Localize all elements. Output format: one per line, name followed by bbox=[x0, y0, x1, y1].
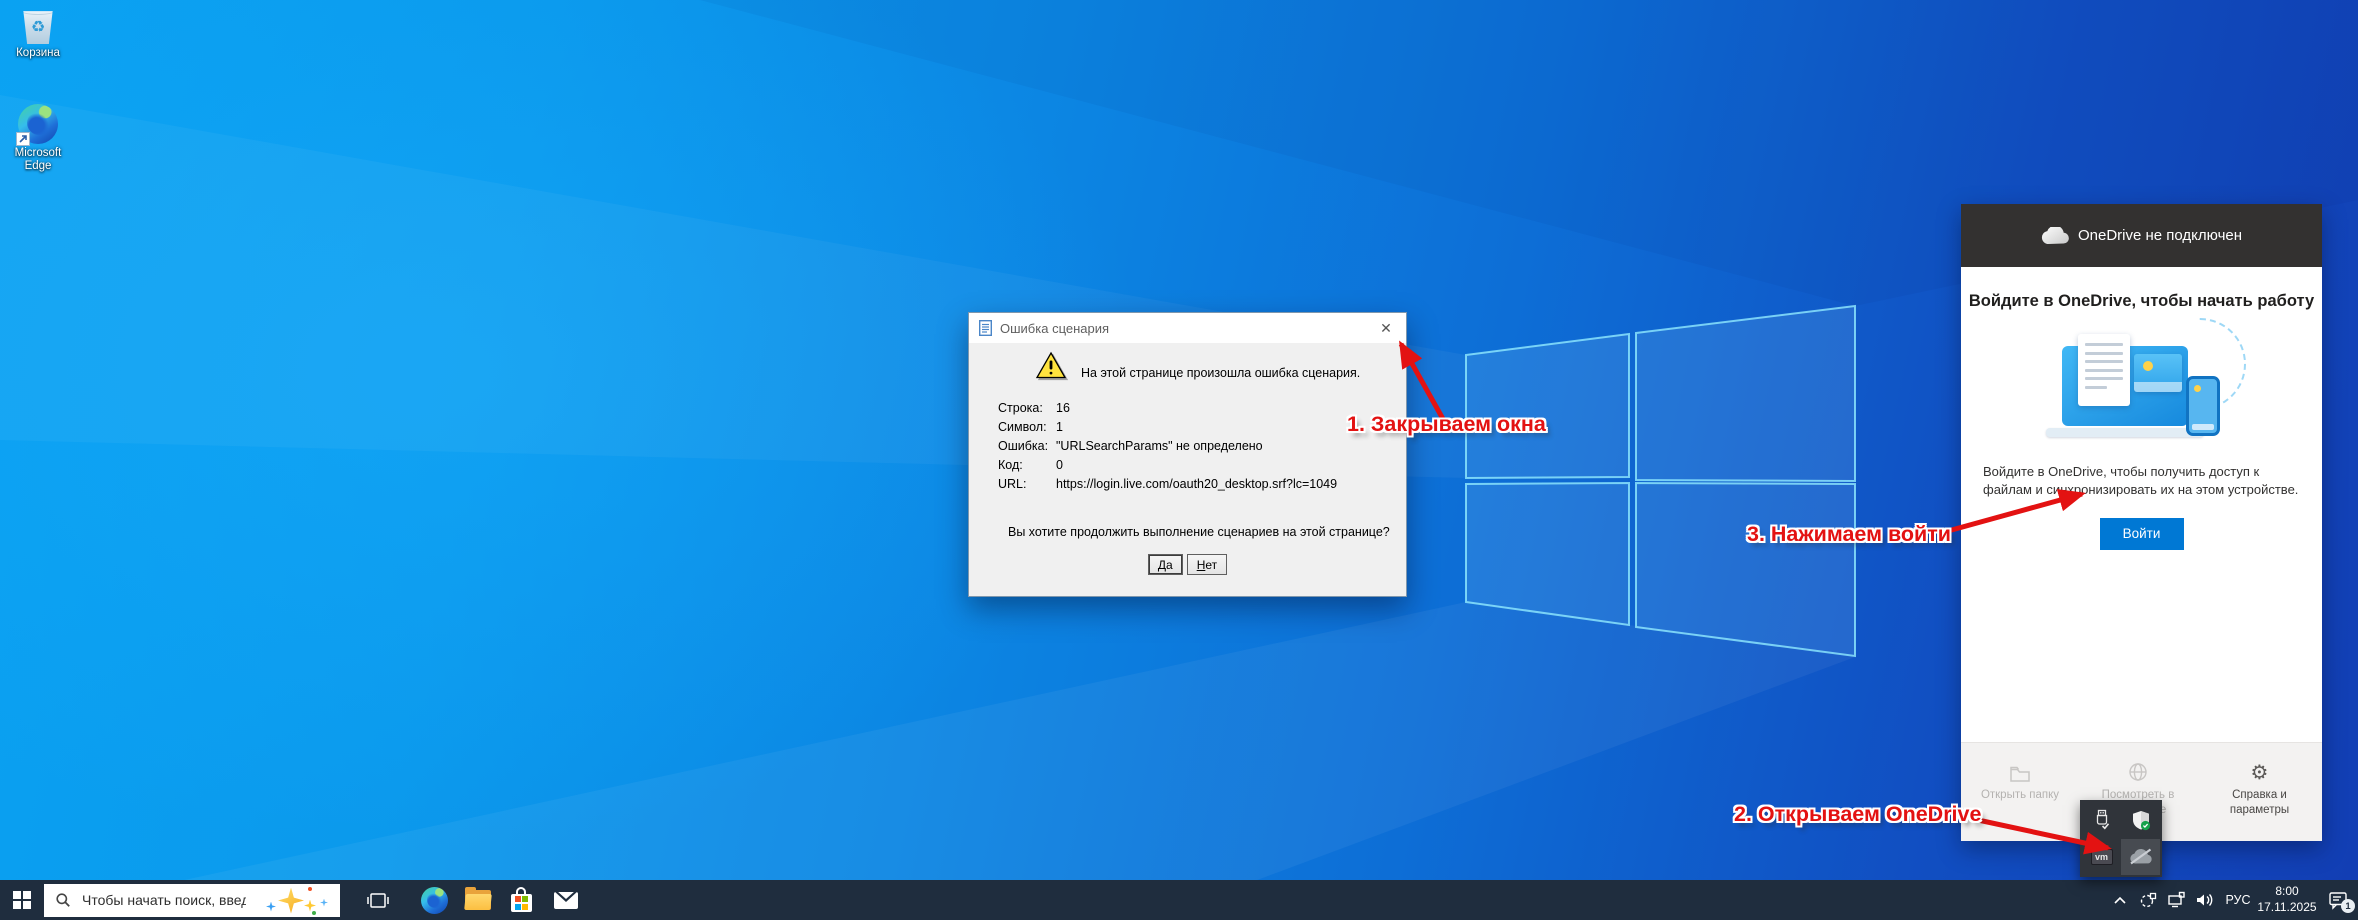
usb-tray-icon[interactable] bbox=[2082, 802, 2121, 839]
tray-device-icon[interactable] bbox=[2134, 880, 2162, 920]
onedrive-panel: OneDrive не подключен Войдите в OneDrive… bbox=[1961, 204, 2322, 841]
phone-illustration bbox=[2186, 376, 2220, 436]
yes-button[interactable]: Да bbox=[1148, 554, 1183, 575]
error-detail-row: Код: 0 bbox=[998, 455, 1337, 474]
document-illustration bbox=[2078, 334, 2130, 406]
tray-overflow-popup: vm bbox=[2080, 800, 2162, 877]
onedrive-cloud-icon bbox=[2041, 227, 2069, 245]
recycle-symbol-icon: ♻ bbox=[21, 17, 55, 36]
close-icon[interactable]: ✕ bbox=[1372, 313, 1400, 343]
windows-logo-icon bbox=[13, 891, 31, 909]
open-folder-button: Открыть папку bbox=[1961, 756, 2079, 841]
mail-icon bbox=[554, 892, 578, 909]
annotation-step3: 3. Нажимаем войти bbox=[1747, 522, 1951, 547]
onedrive-signin-heading: Войдите в OneDrive, чтобы начать работу bbox=[1961, 292, 2322, 311]
photo-illustration bbox=[2134, 354, 2182, 392]
show-hidden-icons-button[interactable] bbox=[2106, 880, 2134, 920]
help-settings-button[interactable]: ⚙ Справка и параметры bbox=[2197, 756, 2322, 841]
recycle-bin-icon: ♻ bbox=[21, 8, 55, 44]
clock-date: 17.11.2025 bbox=[2257, 900, 2316, 916]
script-document-icon bbox=[979, 320, 992, 336]
onedrive-illustration bbox=[2022, 326, 2262, 446]
taskbar-edge-button[interactable] bbox=[412, 880, 456, 920]
onedrive-status-title: OneDrive не подключен bbox=[2078, 227, 2242, 244]
edge-icon bbox=[18, 104, 58, 144]
action-center-button[interactable]: 1 bbox=[2318, 880, 2358, 920]
taskbar: РУС 8:00 17.11.2025 1 bbox=[0, 880, 2358, 920]
dialog-buttons: Да Нет bbox=[969, 554, 1406, 575]
shortcut-arrow-icon bbox=[16, 132, 30, 146]
error-message: На этой странице произошла ошибка сценар… bbox=[1081, 366, 1360, 380]
task-view-button[interactable] bbox=[356, 880, 400, 920]
error-detail-row: Ошибка: "URLSearchParams" не определено bbox=[998, 436, 1337, 455]
microsoft-store-icon bbox=[511, 887, 533, 913]
error-details: Строка: 16 Символ: 1 Ошибка: "URLSearchP… bbox=[998, 398, 1337, 493]
network-icon[interactable] bbox=[2162, 880, 2190, 920]
search-input[interactable] bbox=[80, 891, 248, 909]
clock-time: 8:00 bbox=[2257, 884, 2316, 900]
edge-icon bbox=[421, 887, 448, 914]
annotation-step1: 1. Закрываем окна bbox=[1347, 412, 1546, 437]
taskbar-mail-button[interactable] bbox=[544, 880, 588, 920]
taskbar-clock[interactable]: 8:00 17.11.2025 bbox=[2256, 880, 2318, 920]
desktop-icon-microsoft-edge[interactable]: Microsoft Edge bbox=[5, 104, 71, 173]
globe-icon bbox=[2079, 756, 2197, 782]
dialog-question: Вы хотите продолжить выполнение сценарие… bbox=[1008, 525, 1390, 539]
start-button[interactable] bbox=[0, 880, 44, 920]
onedrive-description: Войдите в OneDrive, чтобы получить досту… bbox=[1983, 463, 2300, 500]
language-indicator[interactable]: РУС bbox=[2220, 880, 2256, 920]
taskbar-store-button[interactable] bbox=[500, 880, 544, 920]
chevron-up-icon bbox=[2112, 894, 2128, 906]
dialog-titlebar: Ошибка сценария ✕ bbox=[969, 313, 1406, 343]
sign-in-button[interactable]: Войти bbox=[2100, 518, 2184, 550]
file-explorer-icon bbox=[465, 890, 491, 910]
taskbar-explorer-button[interactable] bbox=[456, 880, 500, 920]
dialog-title: Ошибка сценария bbox=[1000, 321, 1372, 336]
no-button[interactable]: Нет bbox=[1187, 554, 1227, 575]
error-detail-row: Символ: 1 bbox=[998, 417, 1337, 436]
vmware-tray-icon[interactable]: vm bbox=[2082, 839, 2121, 876]
taskbar-search-box[interactable] bbox=[44, 884, 340, 917]
error-detail-row: Строка: 16 bbox=[998, 398, 1337, 417]
task-view-icon bbox=[366, 890, 390, 911]
warning-icon bbox=[1035, 351, 1067, 380]
error-detail-row: URL: https://login.live.com/oauth20_desk… bbox=[998, 474, 1337, 493]
onedrive-disconnected-icon bbox=[2128, 848, 2154, 865]
onedrive-tray-icon[interactable] bbox=[2121, 839, 2160, 876]
folder-icon bbox=[1961, 756, 2079, 782]
notification-badge: 1 bbox=[2341, 899, 2355, 913]
search-icon bbox=[55, 892, 71, 908]
search-highlights-icon bbox=[248, 884, 332, 917]
gear-icon: ⚙ bbox=[2251, 762, 2269, 782]
desktop-icon-recycle-bin[interactable]: ♻ Корзина bbox=[5, 8, 71, 60]
desktop-icon-label: Microsoft Edge bbox=[5, 147, 71, 173]
desktop-icon-label: Корзина bbox=[5, 47, 71, 60]
defender-tray-icon[interactable] bbox=[2121, 802, 2160, 839]
volume-icon[interactable] bbox=[2190, 880, 2220, 920]
script-error-dialog: Ошибка сценария ✕ На этой странице произ… bbox=[968, 312, 1407, 597]
onedrive-panel-header: OneDrive не подключен bbox=[1961, 204, 2322, 267]
annotation-step2: 2. Открываем OneDrive bbox=[1734, 802, 1981, 827]
